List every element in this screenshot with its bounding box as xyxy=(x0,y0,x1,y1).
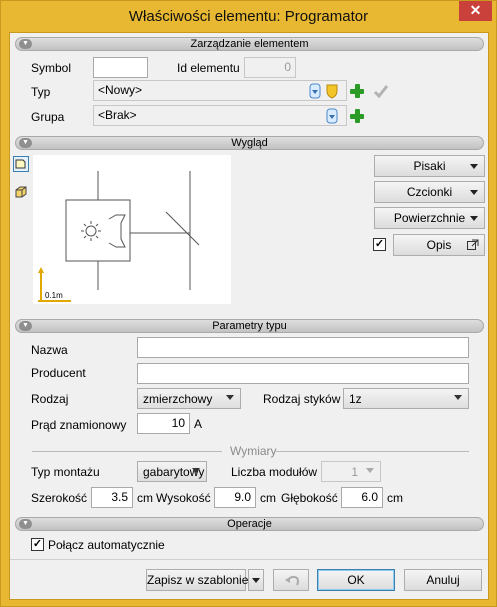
group-label: Grupa xyxy=(31,110,65,124)
auto-connect-label[interactable]: Połącz automatycznie xyxy=(48,538,165,552)
depth-input[interactable]: 6.0 xyxy=(341,487,383,508)
section-manage-header[interactable]: ▼ Zarządzanie elementem xyxy=(15,37,484,51)
rated-current-unit: A xyxy=(194,417,203,431)
element-id-field: 0 xyxy=(244,57,296,78)
dropdown-arrow-icon xyxy=(252,578,260,583)
section-type-params-header[interactable]: ▼ Parametry typu xyxy=(15,319,484,333)
dropdown-arrow-icon xyxy=(470,190,478,195)
width-unit: cm xyxy=(137,491,153,505)
dialog-content: ▼ Zarządzanie elementem Symbol Id elemen… xyxy=(9,32,489,600)
chevron-down-icon xyxy=(192,468,200,473)
title-bar[interactable]: Właściwości elementu: Programator xyxy=(1,1,496,31)
element-id-label: Id elementu xyxy=(177,61,240,75)
scale-label: 0.1m xyxy=(45,291,63,300)
description-button[interactable]: Opis xyxy=(393,234,485,256)
module-count-select: 1 xyxy=(321,461,381,482)
browse-groups-icon[interactable] xyxy=(325,108,339,124)
window-title: Właściwości elementu: Programator xyxy=(128,8,369,25)
undo-button xyxy=(273,569,309,591)
auto-connect-checkbox[interactable]: ✓ xyxy=(31,538,44,551)
pens-button[interactable]: Pisaki xyxy=(374,155,485,177)
group-field: <Brak> xyxy=(93,105,347,126)
section-operations-header[interactable]: ▼ Operacje xyxy=(15,517,484,531)
cancel-button[interactable]: Anuluj xyxy=(404,569,482,591)
contact-kind-value: 1z xyxy=(349,392,362,406)
dropdown-arrow-icon xyxy=(470,164,478,169)
shield-icon[interactable] xyxy=(325,83,339,99)
ok-button[interactable]: OK xyxy=(317,569,395,591)
group-value: <Brak> xyxy=(98,108,137,122)
type-value: <Nowy> xyxy=(98,83,143,97)
divider xyxy=(276,451,469,452)
mount-type-select[interactable]: gabarytowy xyxy=(137,461,207,482)
2d-view-icon[interactable] xyxy=(13,156,29,172)
divider xyxy=(32,451,222,452)
height-input[interactable]: 9.0 xyxy=(214,487,256,508)
depth-label: Głębokość xyxy=(281,491,338,505)
contact-kind-label: Rodzaj styków xyxy=(263,392,341,406)
add-group-icon[interactable] xyxy=(349,108,365,124)
name-label: Nazwa xyxy=(31,343,68,357)
save-template-button[interactable]: Zapisz w szablonie xyxy=(146,569,248,591)
checkmark-icon xyxy=(373,85,389,99)
kind-label: Rodzaj xyxy=(31,392,69,406)
chevron-down-icon xyxy=(226,395,234,400)
description-label: Opis xyxy=(426,238,452,252)
close-button[interactable]: ✕ xyxy=(459,1,492,21)
chevron-down-icon xyxy=(366,468,374,473)
kind-value: zmierzchowy xyxy=(143,392,213,406)
open-dialog-icon xyxy=(467,239,479,250)
chevron-down-icon xyxy=(454,395,462,400)
producer-label: Producent xyxy=(31,366,86,380)
section-appearance-header[interactable]: ▼ Wygląd xyxy=(15,136,484,150)
pens-label: Pisaki xyxy=(413,159,446,173)
dropdown-arrow-icon xyxy=(470,216,478,221)
producer-input[interactable] xyxy=(137,363,469,384)
height-unit: cm xyxy=(260,491,276,505)
section-type-params-title: Parametry typu xyxy=(212,320,287,332)
height-label: Wysokość xyxy=(156,491,211,505)
fonts-label: Czcionki xyxy=(406,185,453,199)
divider xyxy=(10,559,488,560)
name-input[interactable] xyxy=(137,337,469,358)
rated-current-label: Prąd znamionowy xyxy=(31,418,127,432)
section-operations-title: Operacje xyxy=(227,518,272,530)
symbol-label: Symbol xyxy=(31,61,72,75)
surfaces-label: Powierzchnie xyxy=(393,211,466,225)
kind-select[interactable]: zmierzchowy xyxy=(137,388,241,409)
type-label: Typ xyxy=(31,85,51,99)
module-count-label: Liczba modułów xyxy=(231,465,318,479)
width-input[interactable]: 3.5 xyxy=(91,487,133,508)
rated-current-input[interactable]: 10 xyxy=(137,413,190,434)
add-type-icon[interactable] xyxy=(349,83,365,99)
mount-type-label: Typ montażu xyxy=(31,465,100,479)
section-manage-title: Zarządzanie elementem xyxy=(190,38,309,50)
description-checkbox[interactable]: ✓ xyxy=(373,238,386,251)
surfaces-button[interactable]: Powierzchnie xyxy=(374,207,485,229)
3d-view-icon[interactable] xyxy=(13,184,29,200)
width-label: Szerokość xyxy=(31,491,88,505)
fonts-button[interactable]: Czcionki xyxy=(374,181,485,203)
dialog-window: Właściwości elementu: Programator ✕ ▼ Za… xyxy=(0,0,497,607)
browse-types-icon[interactable] xyxy=(308,83,322,99)
module-count-value: 1 xyxy=(351,465,358,479)
element-preview-canvas: 0.1m xyxy=(33,155,231,304)
undo-icon xyxy=(285,575,299,586)
section-appearance-title: Wygląd xyxy=(231,137,268,149)
depth-unit: cm xyxy=(387,491,403,505)
dimensions-header: Wymiary xyxy=(230,444,277,458)
contact-kind-select[interactable]: 1z xyxy=(343,388,469,409)
save-template-menu-button[interactable] xyxy=(248,569,264,591)
symbol-input[interactable] xyxy=(93,57,148,78)
